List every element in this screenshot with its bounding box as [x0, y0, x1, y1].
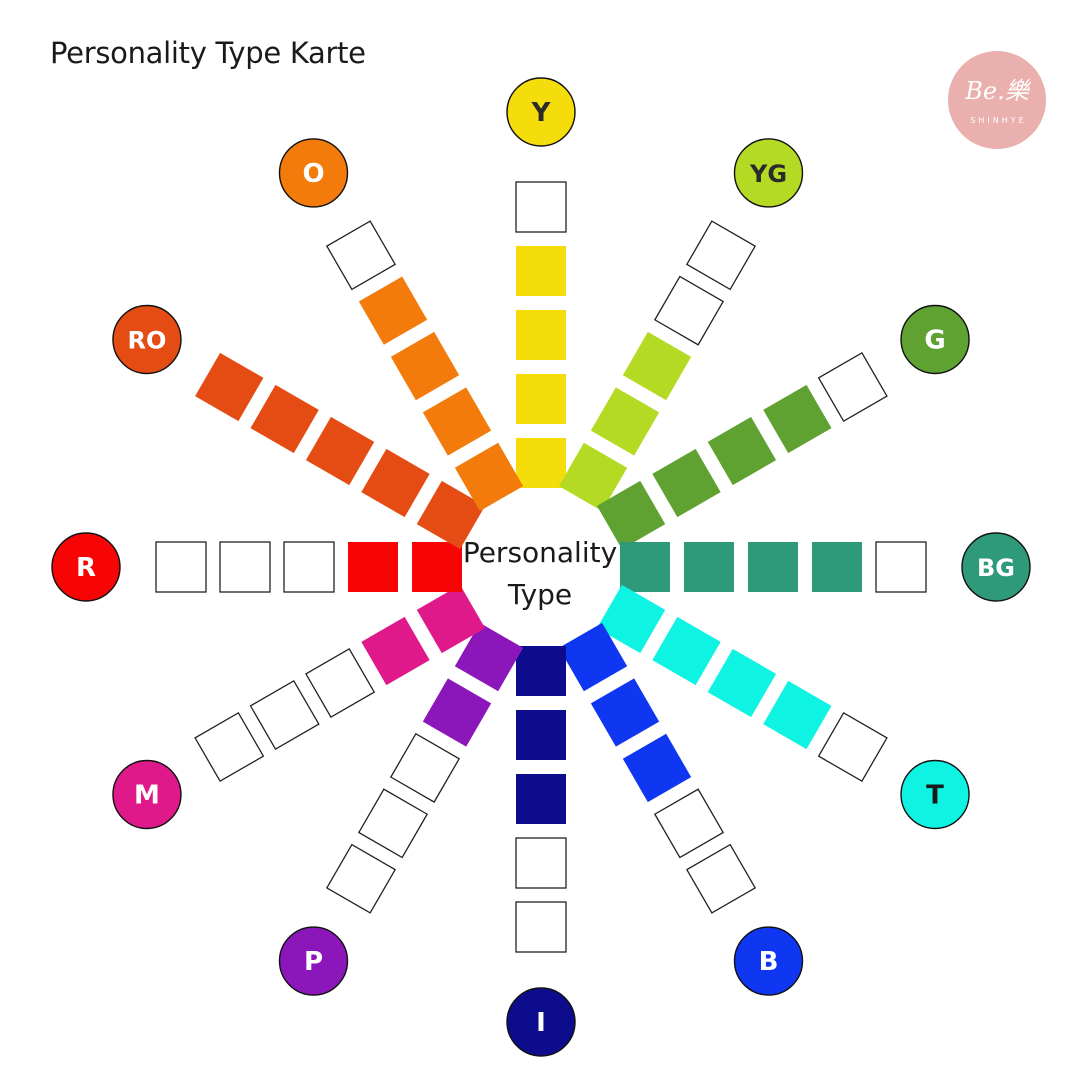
- spoke-r: [155, 541, 462, 593]
- spoke-b-box-4-empty[interactable]: [653, 788, 725, 859]
- badge-y: Y: [506, 77, 576, 147]
- spoke-i-box-4-empty[interactable]: [515, 837, 567, 889]
- spoke-y-box-1-filled[interactable]: [516, 438, 566, 488]
- spoke-p-box-2-filled[interactable]: [422, 678, 492, 747]
- badge-b: B: [733, 926, 804, 996]
- spoke-r-box-5-empty[interactable]: [155, 541, 207, 593]
- badge-p: P: [278, 926, 349, 996]
- spoke-o-box-3-filled[interactable]: [390, 331, 460, 401]
- spoke-o-box-5-empty[interactable]: [325, 220, 397, 291]
- spoke-bg-box-4-filled[interactable]: [812, 542, 862, 592]
- spoke-r-box-3-empty[interactable]: [283, 541, 335, 593]
- spoke-g-box-3-filled[interactable]: [707, 416, 777, 486]
- badge-g-label: G: [924, 326, 945, 356]
- spoke-i-box-2-filled[interactable]: [516, 710, 566, 760]
- badge-t-label: T: [926, 781, 944, 811]
- spoke-ro-box-3-filled[interactable]: [305, 416, 375, 486]
- spoke-t-box-5-empty[interactable]: [817, 711, 888, 783]
- spoke-m-box-3-empty[interactable]: [305, 647, 376, 719]
- badge-m: M: [112, 759, 182, 830]
- spoke-t-box-3-filled[interactable]: [707, 648, 777, 718]
- badge-yg-label: YG: [749, 160, 787, 188]
- badge-ro-label: RO: [128, 327, 167, 355]
- spoke-m-box-4-empty[interactable]: [249, 679, 320, 751]
- spoke-p-box-4-empty[interactable]: [357, 788, 429, 859]
- badge-ro: RO: [112, 304, 182, 375]
- spoke-g-box-2-filled[interactable]: [652, 448, 721, 518]
- spoke-yg-box-3-filled[interactable]: [622, 331, 692, 401]
- badge-r: R: [51, 532, 121, 602]
- spoke-y-box-5-empty[interactable]: [515, 181, 567, 233]
- spoke-o-box-2-filled[interactable]: [422, 387, 492, 456]
- badge-o: O: [278, 138, 349, 208]
- badge-i-label: I: [536, 1008, 546, 1038]
- spoke-t-box-4-filled[interactable]: [763, 680, 832, 750]
- badge-bg-label: BG: [977, 554, 1015, 582]
- spoke-g-box-5-empty[interactable]: [817, 351, 888, 423]
- spoke-m-box-5-empty[interactable]: [194, 711, 265, 783]
- badge-p-label: P: [304, 947, 323, 977]
- spoke-i-box-5-empty[interactable]: [515, 901, 567, 953]
- spoke-p-box-5-empty[interactable]: [325, 843, 397, 914]
- badge-m-label: M: [134, 781, 160, 811]
- spoke-bg-box-3-filled[interactable]: [748, 542, 798, 592]
- spoke-ro-box-5-filled[interactable]: [195, 352, 264, 422]
- spoke-r-box-4-empty[interactable]: [219, 541, 271, 593]
- spoke-bg-box-2-filled[interactable]: [684, 542, 734, 592]
- spoke-y-box-2-filled[interactable]: [516, 374, 566, 424]
- spoke-bg-box-5-empty[interactable]: [875, 541, 927, 593]
- spoke-m-box-2-filled[interactable]: [361, 616, 430, 686]
- spoke-r-box-2-filled[interactable]: [348, 542, 398, 592]
- spoke-ro-box-4-filled[interactable]: [250, 384, 319, 454]
- spoke-y-box-3-filled[interactable]: [516, 310, 566, 360]
- spoke-y: [515, 181, 567, 488]
- spoke-t-box-2-filled[interactable]: [652, 616, 721, 686]
- badge-g: G: [900, 304, 970, 375]
- badge-o-label: O: [302, 159, 324, 189]
- spoke-b-box-5-empty[interactable]: [685, 843, 757, 914]
- badge-b-label: B: [759, 947, 779, 977]
- spoke-p-box-3-empty[interactable]: [389, 732, 461, 803]
- spoke-g-box-4-filled[interactable]: [763, 384, 832, 454]
- spoke-ro-box-2-filled[interactable]: [361, 448, 430, 518]
- badge-yg: YG: [733, 138, 804, 208]
- center-label: Personality Type: [462, 536, 618, 611]
- badge-y-label: Y: [531, 98, 552, 128]
- badge-r-label: R: [76, 553, 96, 583]
- spoke-yg-box-5-empty[interactable]: [685, 220, 757, 291]
- badge-bg: BG: [961, 532, 1031, 602]
- badge-t: T: [900, 759, 970, 830]
- spoke-b-box-3-filled[interactable]: [622, 733, 692, 803]
- spoke-i-box-3-filled[interactable]: [516, 774, 566, 824]
- spoke-b-box-2-filled[interactable]: [590, 678, 660, 747]
- spoke-yg-box-2-filled[interactable]: [590, 387, 660, 456]
- spoke-bg: [620, 541, 927, 593]
- spoke-i: [515, 646, 567, 953]
- spoke-o-box-4-filled[interactable]: [358, 276, 428, 345]
- spoke-y-box-4-filled[interactable]: [516, 246, 566, 296]
- spoke-i-box-1-filled[interactable]: [516, 646, 566, 696]
- badge-i: I: [506, 987, 576, 1057]
- spoke-yg-box-4-empty[interactable]: [653, 275, 725, 346]
